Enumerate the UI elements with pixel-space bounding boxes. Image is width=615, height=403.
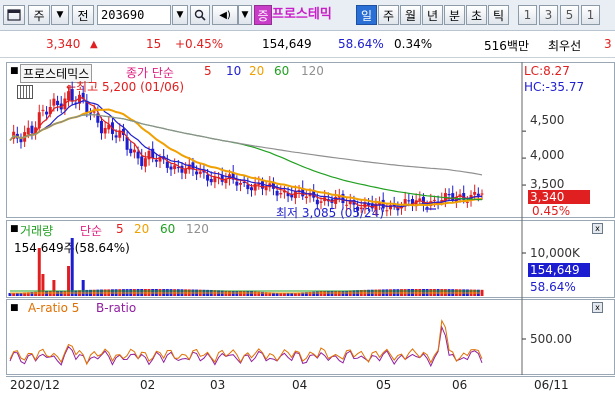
ma10-line — [9, 100, 483, 208]
ma20-line — [9, 108, 483, 207]
volume-bar — [52, 280, 56, 296]
candle-body — [235, 181, 239, 186]
candle-body — [184, 168, 188, 174]
ma120-line — [9, 114, 483, 176]
candle-body — [473, 192, 477, 195]
candle-body — [465, 201, 469, 203]
candle-body — [476, 193, 480, 196]
candle-body — [359, 207, 363, 210]
candle-body — [315, 199, 319, 205]
candle-body — [246, 184, 250, 190]
candle-body — [385, 210, 389, 212]
volume-bar — [480, 289, 484, 296]
volume-bar — [239, 291, 243, 296]
candle-body — [356, 206, 360, 211]
candle-body — [198, 171, 202, 174]
candle-body — [114, 135, 118, 138]
volume-bar — [34, 291, 38, 296]
candle-body — [348, 201, 352, 205]
candle-body — [45, 111, 49, 115]
candle-body — [136, 151, 140, 159]
candle-body — [432, 199, 436, 201]
volume-bar — [246, 291, 250, 296]
candle-body — [279, 193, 283, 195]
a-ratio-line — [9, 318, 483, 366]
candle-body — [239, 182, 243, 185]
candle-body — [319, 201, 323, 203]
candle-body — [169, 166, 173, 170]
volume-bar — [81, 280, 85, 296]
candle-body — [447, 193, 451, 196]
candle-body — [253, 183, 257, 191]
candle-body — [147, 150, 151, 160]
candle-body — [425, 207, 429, 209]
candle-body — [99, 120, 103, 134]
candle-body — [209, 178, 213, 183]
b-ratio-line — [9, 325, 483, 368]
volume-bar — [319, 291, 323, 296]
candle-body — [165, 161, 169, 168]
candle-body — [154, 159, 158, 162]
volume-bar — [249, 291, 253, 296]
candle-body — [264, 187, 268, 191]
volume-bar — [312, 291, 316, 296]
candle-body — [407, 200, 411, 202]
volume-bar — [326, 291, 330, 296]
candle-body — [26, 127, 30, 134]
candle-body — [275, 190, 279, 196]
candle-body — [70, 89, 74, 102]
volume-bar — [48, 291, 52, 296]
volume-bar — [70, 238, 74, 296]
candle-body — [381, 199, 385, 209]
candle-body — [103, 127, 107, 134]
volume-bar — [45, 291, 49, 296]
volume-bar — [37, 248, 41, 296]
volume-bar — [242, 291, 246, 296]
candle-body — [129, 148, 133, 154]
candle-body — [451, 193, 455, 201]
candle-body — [480, 193, 484, 195]
candle-body — [173, 165, 177, 170]
volume-bar — [330, 291, 334, 296]
volume-bar — [315, 291, 319, 296]
chart-canvas — [8, 62, 526, 375]
candle-body — [345, 204, 349, 206]
candle-body — [249, 187, 253, 191]
volume-bar — [323, 291, 327, 296]
candle-body — [143, 158, 147, 167]
candle-body — [30, 125, 34, 134]
candle-body — [132, 149, 136, 153]
volume-bar — [257, 291, 261, 296]
volume-bar — [253, 291, 257, 296]
candle-body — [41, 109, 45, 111]
candle-body — [52, 98, 56, 106]
candle-body — [206, 174, 210, 181]
candle-body — [418, 198, 422, 201]
candle-body — [304, 196, 308, 199]
ma60-line — [9, 114, 483, 201]
candle-body — [195, 171, 199, 175]
candle-body — [56, 100, 60, 106]
candle-body — [140, 156, 144, 167]
